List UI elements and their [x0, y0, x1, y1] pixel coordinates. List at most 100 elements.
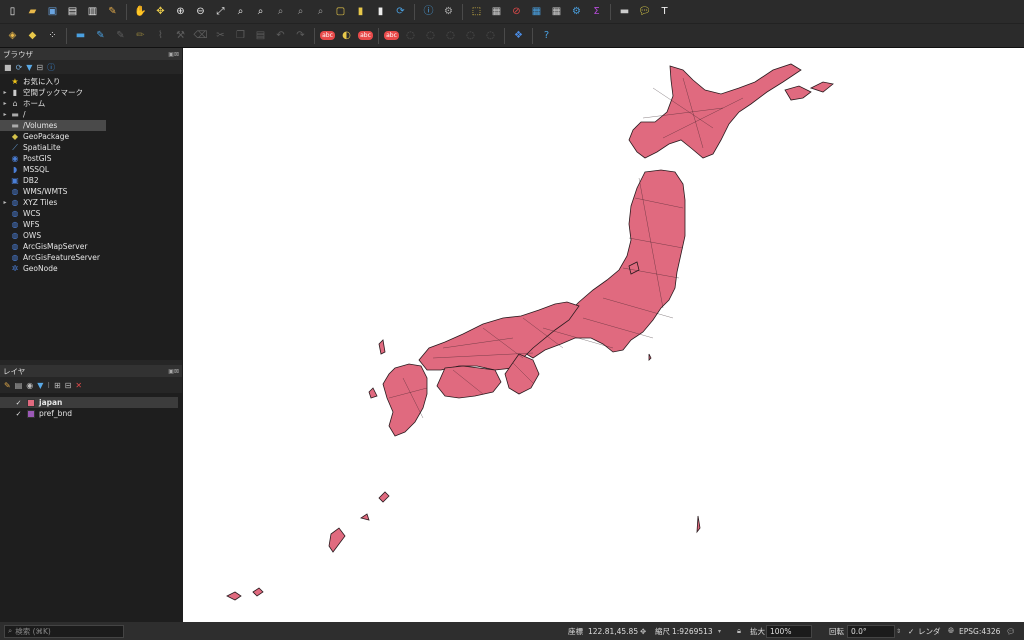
properties-icon[interactable]: ⓘ	[47, 62, 55, 73]
zoom-last-icon[interactable]: ⌕	[292, 3, 309, 20]
add-group-icon[interactable]: ▤	[15, 381, 23, 390]
cut-features-icon[interactable]: ✂	[212, 27, 229, 44]
label-abc-icon[interactable]: abc	[320, 31, 335, 40]
expand-arrow-icon[interactable]: ▸	[0, 199, 10, 206]
pan-icon[interactable]: ✋	[132, 3, 149, 20]
attribute-table-icon[interactable]: ▦	[488, 3, 505, 20]
expand-arrow-icon[interactable]: ▸	[0, 89, 10, 96]
new-project-icon[interactable]: ▯	[4, 3, 21, 20]
browser-item[interactable]: ◍ WCS	[0, 208, 182, 219]
expand-all-icon[interactable]: ⊞	[54, 381, 61, 390]
locator-search[interactable]: ⌕ 検索 (⌘K)	[4, 624, 124, 638]
browser-item[interactable]: ★ お気に入り	[0, 76, 182, 87]
label-rule-icon[interactable]: ◌	[482, 27, 499, 44]
new-print-layout-icon[interactable]: ▤	[64, 3, 81, 20]
layer-visibility-checkbox[interactable]: ✓	[14, 399, 23, 407]
add-feature-icon[interactable]: ✏	[132, 27, 149, 44]
change-label-icon[interactable]: ◌	[462, 27, 479, 44]
collapse-all-icon[interactable]: ⊟	[65, 381, 72, 390]
map-tips-icon[interactable]: 💬︎	[636, 3, 653, 20]
browser-item[interactable]: ◍ WFS	[0, 219, 182, 230]
layer-item[interactable]: ✓ pref_bnd	[0, 408, 182, 419]
layer-symbol-swatch[interactable]	[27, 409, 35, 418]
pan-to-selection-icon[interactable]: ✥	[152, 3, 169, 20]
redo-icon[interactable]: ↷	[292, 27, 309, 44]
delete-selected-icon[interactable]: ⌫	[192, 27, 209, 44]
browser-item[interactable]: ◍ WMS/WMTS	[0, 186, 182, 197]
help-icon[interactable]: ?	[538, 27, 555, 44]
digitize-icon[interactable]: ⁘	[44, 27, 61, 44]
show-bookmarks-icon[interactable]: ▮	[372, 3, 389, 20]
add-layer-icon[interactable]: ◆	[24, 27, 41, 44]
zoom-in-icon[interactable]: ⊕	[172, 3, 189, 20]
layer-symbol-swatch[interactable]	[27, 398, 35, 407]
save-edits-icon[interactable]: ✎	[112, 27, 129, 44]
measure-icon[interactable]: ⚙	[440, 3, 457, 20]
remove-layer-icon[interactable]: ✕	[75, 381, 82, 390]
layer-labeling-icon[interactable]: ◐	[338, 27, 355, 44]
browser-item[interactable]: ▸ ⌂ ホーム	[0, 98, 182, 109]
browser-item[interactable]: ▸ ◍ XYZ Tiles	[0, 197, 182, 208]
messages-icon[interactable]: 💬︎	[1006, 627, 1016, 636]
style-manager-icon[interactable]: ✎	[104, 3, 121, 20]
identify-icon[interactable]: ⓘ	[420, 3, 437, 20]
toggle-editing-icon[interactable]: ✎	[92, 27, 109, 44]
expand-arrow-icon[interactable]: ▸	[0, 100, 10, 107]
deselect-icon[interactable]: ⊘	[508, 3, 525, 20]
browser-item[interactable]: ✲ GeoNode	[0, 263, 182, 274]
stepper-icon[interactable]: ⇕	[896, 628, 901, 635]
move-label-icon[interactable]: ◌	[422, 27, 439, 44]
refresh-icon[interactable]: ⟳	[392, 3, 409, 20]
browser-item[interactable]: ◉ PostGIS	[0, 153, 182, 164]
python-console-icon[interactable]: ❖	[510, 27, 527, 44]
open-project-icon[interactable]: ▰	[24, 3, 41, 20]
undo-icon[interactable]: ↶	[272, 27, 289, 44]
copy-features-icon[interactable]: ❐	[232, 27, 249, 44]
panel-controls-icon[interactable]: ▣⊠	[168, 368, 179, 375]
browser-item[interactable]: ▬ /Volumes	[0, 120, 106, 131]
filter-icon[interactable]: ▼	[26, 63, 32, 72]
save-project-icon[interactable]: ▣	[44, 3, 61, 20]
diagram-icon[interactable]: abc	[384, 31, 399, 40]
select-features-icon[interactable]: ⬚	[468, 3, 485, 20]
browser-item[interactable]: ◆ GeoPackage	[0, 131, 182, 142]
zoom-to-selection-icon[interactable]: ⌕	[232, 3, 249, 20]
filter-expression-icon[interactable]: ⁝	[47, 381, 50, 390]
rotate-label-icon[interactable]: ◌	[442, 27, 459, 44]
vertex-tool-icon[interactable]: ⌇	[152, 27, 169, 44]
browser-item[interactable]: ◍ ArcGisMapServer	[0, 241, 182, 252]
magnifier-field[interactable]: 100%	[766, 624, 812, 638]
browser-item[interactable]: ◗ MSSQL	[0, 164, 182, 175]
layer-item[interactable]: ✓ japan	[0, 397, 178, 408]
highlight-labels-icon[interactable]: ◌	[402, 27, 419, 44]
add-selected-icon[interactable]: ■	[4, 63, 12, 72]
filter-legend-icon[interactable]: ▼	[37, 381, 43, 390]
processing-toolbox-icon[interactable]: ⚙	[568, 3, 585, 20]
zoom-next-icon[interactable]: ⌕	[312, 3, 329, 20]
browser-item[interactable]: ▸ ▬ /	[0, 109, 182, 120]
panel-controls-icon[interactable]: ▣⊠	[168, 51, 179, 58]
chevron-down-icon[interactable]: ▾	[718, 628, 721, 635]
browser-item[interactable]: ▣ DB2	[0, 175, 182, 186]
data-source-manager-icon[interactable]: ◈	[4, 27, 21, 44]
collapse-all-icon[interactable]: ⊟	[36, 63, 43, 72]
expand-arrow-icon[interactable]: ▸	[0, 111, 10, 118]
rotation-field[interactable]: 0.0°	[847, 624, 895, 638]
browser-item[interactable]: ◍ ArcGisFeatureServer	[0, 252, 182, 263]
refresh-icon[interactable]: ⟳	[16, 63, 23, 72]
manage-visibility-icon[interactable]: ◉	[26, 381, 33, 390]
layer-visibility-checkbox[interactable]: ✓	[14, 410, 23, 418]
browser-item[interactable]: ⟋ SpatiaLite	[0, 142, 182, 153]
zoom-out-icon[interactable]: ⊖	[192, 3, 209, 20]
layer-styling-icon[interactable]: ✎	[4, 381, 11, 390]
mouse-icon[interactable]: ✥	[640, 627, 646, 636]
browser-item[interactable]: ▸ ▮ 空間ブックマーク	[0, 87, 182, 98]
new-bookmark-icon[interactable]: ▮	[352, 3, 369, 20]
text-annotation-icon[interactable]: T	[656, 3, 673, 20]
browser-item[interactable]: ◍ OWS	[0, 230, 182, 241]
measure-line-icon[interactable]: ▬	[616, 3, 633, 20]
zoom-to-layer-icon[interactable]: ⌕	[252, 3, 269, 20]
coordinate-value[interactable]: 122.81,45.85	[588, 627, 638, 636]
node-tool-icon[interactable]: ⚒	[172, 27, 189, 44]
lock-icon[interactable]: 🔒︎	[737, 626, 741, 636]
